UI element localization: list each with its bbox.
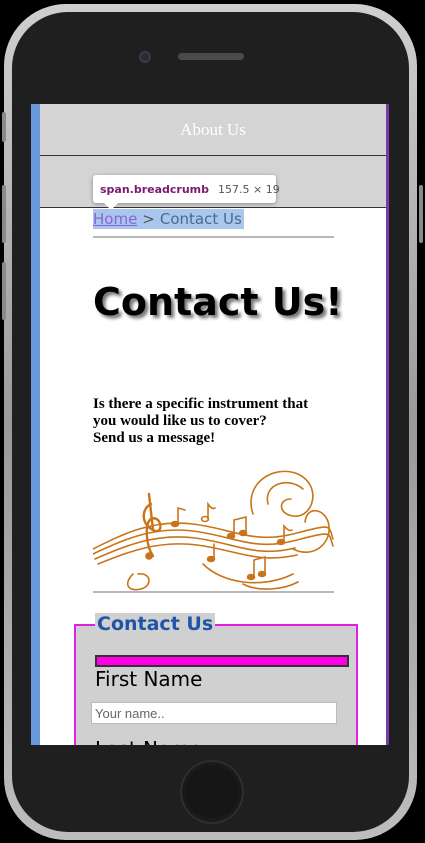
home-button[interactable] <box>180 760 244 824</box>
first-name-input[interactable] <box>91 702 337 724</box>
tooltip-selector: span.breadcrumb <box>100 182 210 196</box>
devtools-highlight-strip-left <box>31 104 40 745</box>
breadcrumb-home-link[interactable]: Home <box>93 210 137 228</box>
intro-text: Is there a specific instrument that you … <box>93 396 333 447</box>
last-name-label: Last Name <box>95 737 202 745</box>
phone-screen: About Us span.breadcrumb 157.5 × 19 Home… <box>31 104 389 745</box>
volume-down-button <box>2 262 6 320</box>
volume-up-button <box>2 185 6 243</box>
breadcrumb: Home > Contact Us <box>93 209 244 229</box>
divider-bottom <box>93 591 334 593</box>
devtools-highlight-strip-right <box>386 104 389 745</box>
intro-line-1: Is there a specific instrument that <box>93 396 309 412</box>
breadcrumb-current: Contact Us <box>159 210 242 228</box>
mute-switch <box>2 112 6 142</box>
intro-line-2: you would like us to cover? <box>93 413 267 429</box>
earpiece-speaker <box>178 53 244 60</box>
devtools-element-tooltip: span.breadcrumb 157.5 × 19 <box>93 175 280 210</box>
front-camera-icon <box>139 51 151 63</box>
intro-line-3: Send us a message! <box>93 430 216 446</box>
power-button <box>419 185 423 243</box>
nav-item-label: About Us <box>180 119 246 139</box>
first-name-label: First Name <box>95 667 203 691</box>
nav-item-about-us[interactable]: About Us <box>40 104 386 156</box>
music-notes-illustration-icon <box>93 470 334 591</box>
divider-top <box>93 236 334 238</box>
breadcrumb-separator: > <box>142 210 155 228</box>
tooltip-size: 157.5 × 19 <box>218 182 280 196</box>
contact-form-legend: Contact Us <box>95 613 216 636</box>
page-title: Contact Us! <box>93 280 343 324</box>
form-progress-bar <box>95 655 349 667</box>
